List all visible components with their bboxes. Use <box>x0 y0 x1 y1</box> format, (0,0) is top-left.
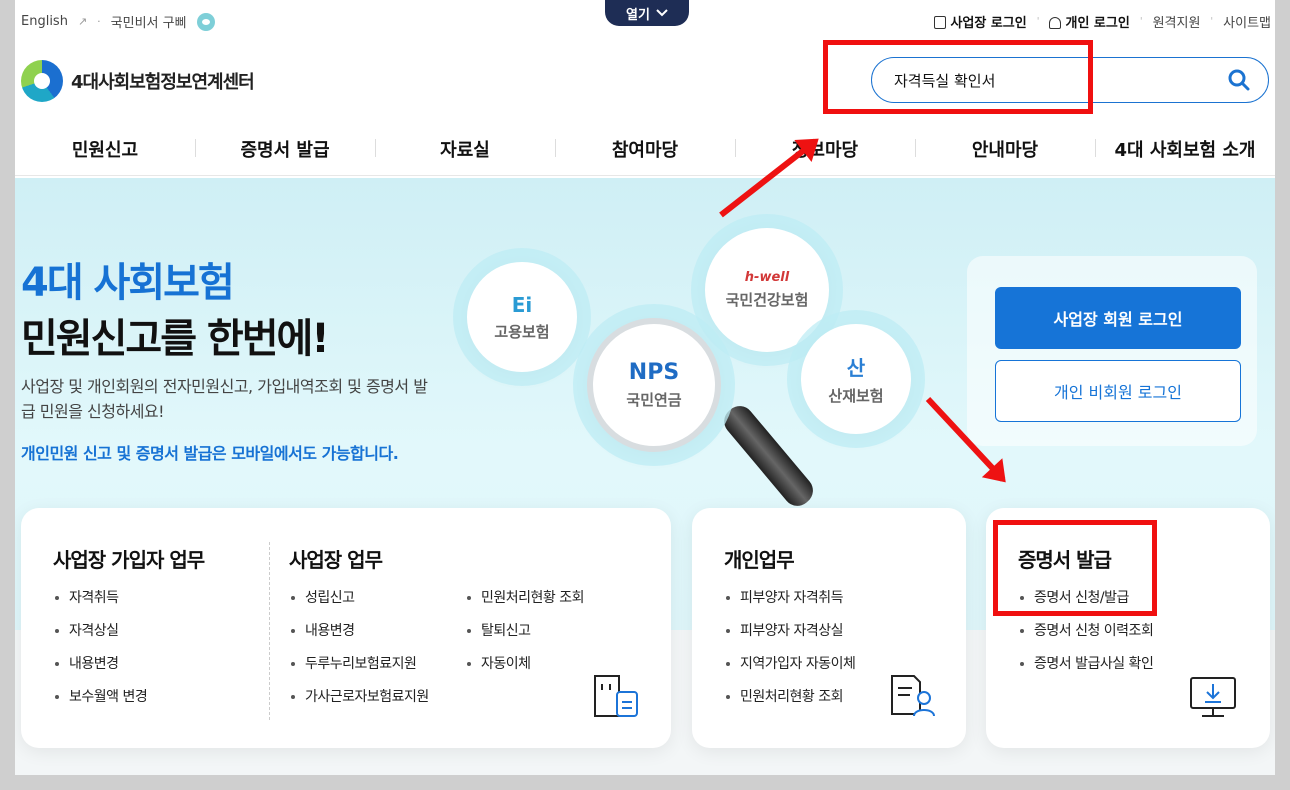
list-item[interactable]: 자격상실 <box>53 621 147 654</box>
main-nav: 민원신고 증명서 발급 자료실 참여마당 정보마당 안내마당 4대 사회보험 소… <box>15 122 1275 176</box>
dot-separator: · <box>97 15 101 28</box>
biz-subscriber-list: 자격취득 자격상실 내용변경 보수월액 변경 <box>53 588 148 720</box>
biz-list-col1: 성립신고 내용변경 두루누리보험료지원 가사근로자보험료지원 <box>289 588 429 720</box>
industrial-logo-icon: 산 <box>846 356 866 380</box>
bubble-health-insurance: h-well 국민건강보험 <box>705 228 829 352</box>
list-item[interactable]: 민원처리현황 조회 <box>724 687 855 720</box>
list-item[interactable]: 보수월액 변경 <box>53 687 148 720</box>
bubble-national-pension: NPS 국민연금 <box>587 318 721 452</box>
biz-login-link[interactable]: 사업장 로그인 <box>934 12 1027 31</box>
biz-subscriber-title: 사업장 가입자 업무 <box>53 548 205 572</box>
personal-list: 피부양자 자격취득 피부양자 자격상실 지역가입자 자동이체 민원처리현황 조회 <box>724 588 856 720</box>
list-item[interactable]: 피부양자 자격취득 <box>724 588 855 621</box>
nav-item-library[interactable]: 자료실 <box>375 136 555 162</box>
secretary-link[interactable]: 국민비서 구삐 <box>111 12 187 31</box>
personal-login-link[interactable]: 개인 로그인 <box>1049 12 1130 31</box>
list-item[interactable]: 가사근로자보험료지원 <box>289 687 429 720</box>
bubble-label: 국민건강보험 <box>725 291 809 309</box>
logo-mark-icon <box>21 60 63 102</box>
personal-nonmember-login-button[interactable]: 개인 비회원 로그인 <box>995 360 1241 422</box>
personal-card: 개인업무 피부양자 자격취득 피부양자 자격상실 지역가입자 자동이체 민원처리… <box>692 508 966 748</box>
utility-right: 사업장 로그인 ' 개인 로그인 ' 원격지원 ' 사이트맵 <box>934 12 1271 31</box>
bubble-industrial-insurance: 산 산재보험 <box>801 324 911 434</box>
employment-logo-icon: Ei <box>511 292 533 317</box>
bubble-label: 산재보험 <box>828 387 884 405</box>
building-document-icon <box>594 675 638 717</box>
list-item[interactable]: 자동이체 <box>465 654 584 687</box>
building-icon <box>934 16 947 29</box>
separator: ' <box>1210 16 1214 27</box>
site-logo[interactable]: 4대사회보험정보연계센터 <box>21 60 255 102</box>
list-item[interactable]: 내용변경 <box>289 621 429 654</box>
utility-left: English ↗ · 국민비서 구삐 <box>21 12 215 31</box>
document-user-icon <box>891 675 935 717</box>
list-item[interactable]: 탈퇴신고 <box>465 621 584 654</box>
list-item[interactable]: 자격취득 <box>53 588 147 621</box>
list-item[interactable]: 민원처리현황 조회 <box>465 588 585 621</box>
remote-support-link[interactable]: 원격지원 <box>1153 12 1201 31</box>
hero-title-highlight: 4대 사회보험 <box>21 260 235 306</box>
nav-item-guide[interactable]: 안내마당 <box>915 136 1095 162</box>
page-frame: English ↗ · 국민비서 구삐 열기 사업장 로그인 ' 개인 로그인 … <box>15 0 1275 775</box>
separator: ' <box>1139 16 1143 27</box>
bubble-employment-insurance: Ei 고용보험 <box>467 262 577 372</box>
list-item[interactable]: 지역가입자 자동이체 <box>724 654 856 687</box>
hero-mobile-note: 개인민원 신고 및 증명서 발급은 모바일에서도 가능합니다. <box>21 444 399 463</box>
divider <box>269 542 270 720</box>
logo-text: 4대사회보험정보연계센터 <box>71 72 255 93</box>
hero-description: 사업장 및 개인회원의 전자민원신고, 가입내역조회 및 증명서 발급 민원을 … <box>21 377 428 421</box>
annotation-box-certificate <box>993 520 1157 616</box>
nav-item-about[interactable]: 4대 사회보험 소개 <box>1095 136 1275 162</box>
nav-item-participation[interactable]: 참여마당 <box>555 136 735 162</box>
nav-item-certificate[interactable]: 증명서 발급 <box>195 136 375 162</box>
open-toggle-label: 열기 <box>626 7 650 23</box>
search-icon[interactable] <box>1228 69 1250 91</box>
health-logo-icon: h-well <box>744 270 790 285</box>
biz-title: 사업장 업무 <box>289 548 383 572</box>
user-icon <box>1049 17 1062 29</box>
list-item[interactable]: 두루누리보험료지원 <box>289 654 429 687</box>
biz-list-col2: 민원처리현황 조회 탈퇴신고 자동이체 <box>465 588 585 687</box>
open-toggle-button[interactable]: 열기 <box>605 0 689 26</box>
monitor-download-icon <box>1190 677 1236 717</box>
gubbi-mascot-icon[interactable] <box>196 12 215 31</box>
hero-title: 민원신고를 한번에! <box>21 316 330 362</box>
chevron-down-icon <box>656 9 668 17</box>
bubble-label: 고용보험 <box>494 322 550 341</box>
personal-title: 개인업무 <box>724 548 795 572</box>
external-link-icon: ↗ <box>77 15 88 28</box>
nps-logo-icon: NPS <box>628 360 680 385</box>
annotation-box-search <box>823 40 1093 114</box>
list-item[interactable]: 증명서 발급사실 확인 <box>1018 654 1154 687</box>
english-link[interactable]: English <box>21 14 68 29</box>
sitemap-link[interactable]: 사이트맵 <box>1223 12 1271 31</box>
bubble-label: 국민연금 <box>626 391 682 409</box>
list-item[interactable]: 성립신고 <box>289 588 429 621</box>
nav-item-civil-report[interactable]: 민원신고 <box>15 136 195 162</box>
list-item[interactable]: 피부양자 자격상실 <box>724 621 855 654</box>
biz-member-login-button[interactable]: 사업장 회원 로그인 <box>995 287 1241 349</box>
list-item[interactable]: 내용변경 <box>53 654 147 687</box>
list-item[interactable]: 증명서 신청 이력조회 <box>1018 621 1154 654</box>
business-card: 사업장 가입자 업무 자격취득 자격상실 내용변경 보수월액 변경 사업장 업무… <box>21 508 671 748</box>
separator: ' <box>1036 16 1040 27</box>
